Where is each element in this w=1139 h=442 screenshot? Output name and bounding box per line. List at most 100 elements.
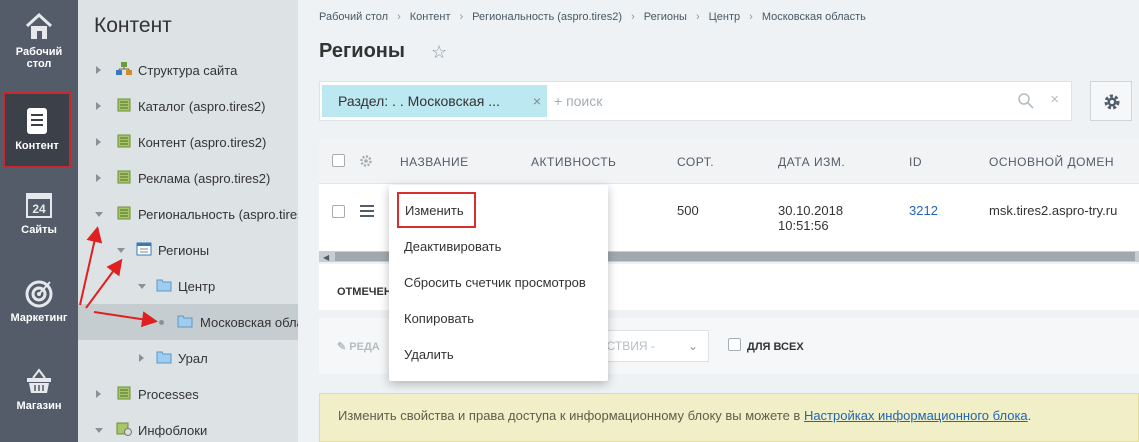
row-context-menu: Изменить Деактивировать Сбросить счетчик… [389,185,608,381]
document-icon [27,108,47,134]
grid-settings-gear-icon[interactable] [359,154,373,168]
settings-button[interactable] [1090,81,1132,121]
iblock-icon [117,206,131,220]
column-header-sort[interactable]: СОРТ. [677,155,714,169]
iblock-icon [117,134,131,148]
collapse-arrow-icon[interactable] [117,248,125,253]
breadcrumb-item[interactable]: Регионы [644,11,687,23]
tree-item-regions[interactable]: Регионы [78,232,298,268]
tree-item-label: Структура сайта [138,63,238,78]
edit-action-button[interactable]: ✎ РЕДА [337,340,380,353]
menu-item-delete[interactable]: Удалить [404,347,454,362]
expand-arrow-icon[interactable] [139,354,144,362]
breadcrumb-separator-icon: › [397,11,401,23]
target-icon [25,280,53,308]
tree-item-ural[interactable]: Урал [78,340,298,376]
search-input[interactable]: + поиск [554,93,602,109]
select-all-checkbox[interactable] [332,154,345,167]
rail-item-marketing[interactable]: Маркетинг [0,274,78,356]
scroll-left-icon[interactable]: ◀ [323,253,329,262]
structure-icon [116,62,132,75]
tree-item-label: Реклама (aspro.tires2) [138,171,271,186]
collapse-arrow-icon[interactable] [95,428,103,433]
filter-search-bar[interactable]: Раздел: . . Московская ... × + поиск × [319,81,1072,121]
breadcrumb-item[interactable]: Контент [410,11,451,23]
rail-label: Рабочий [15,46,63,58]
list-icon [136,242,152,256]
star-icon[interactable]: ☆ [431,42,447,63]
column-header-id[interactable]: ID [909,155,922,169]
column-header-date[interactable]: ДАТА ИЗМ. [778,155,845,169]
cell-sort: 500 [677,203,699,218]
cell-date: 30.10.2018 10:51:56 [778,203,843,233]
breadcrumb-separator-icon: › [631,11,635,23]
page-title: Регионы [319,40,405,62]
cell-id-link[interactable]: 3212 [909,203,938,218]
cell-time-line: 10:51:56 [778,218,829,233]
tree-item-processes[interactable]: Processes [78,376,298,412]
rail-item-shop[interactable]: Магазин [0,358,78,440]
cell-domain: msk.tires2.aspro-try.ru [989,203,1118,218]
breadcrumb: Рабочий стол › Контент › Региональность (asp… [319,11,866,23]
expand-arrow-icon[interactable] [96,174,101,182]
iblock-icon [117,170,131,184]
chevron-down-icon: ⌄ [687,339,698,353]
tree-item-catalog[interactable]: Каталог (aspro.tires2) [78,88,298,124]
rail-label: Контент [15,140,59,152]
notice-end: . [1027,408,1032,423]
column-header-active[interactable]: АКТИВНОСТЬ [531,155,616,169]
menu-item-copy[interactable]: Копировать [404,311,474,326]
tree-item-site-structure[interactable]: Структура сайта [78,52,298,88]
column-header-domain[interactable]: ОСНОВНОЙ ДОМЕН [989,155,1114,169]
expand-arrow-icon[interactable] [96,390,101,398]
tree-item-moscow-region[interactable]: Московская область [78,304,298,340]
tree-item-content[interactable]: Контент (aspro.tires2) [78,124,298,160]
rail-item-content[interactable]: Контент [3,92,71,168]
tree-item-label: Регионы [158,243,210,258]
breadcrumb-item[interactable]: Рабочий стол [319,11,388,23]
rail-item-sites[interactable]: 24 Сайты [0,182,78,264]
expand-arrow-icon[interactable] [96,66,101,74]
clear-icon[interactable]: × [1050,91,1059,108]
rail-label: Сайты [21,224,57,236]
menu-item-deactivate[interactable]: Деактивировать [404,239,501,254]
menu-item-reset-views[interactable]: Сбросить счетчик просмотров [404,275,586,290]
tree-title: Контент [94,14,172,37]
home-icon [25,12,53,39]
iblock-icon [117,386,131,400]
breadcrumb-item[interactable]: Региональность (aspro.tires2) [472,11,622,23]
rail-label: Маркетинг [10,312,68,324]
chip-close-icon[interactable]: × [533,85,541,117]
breadcrumb-item[interactable]: Центр [709,11,741,23]
rail-item-desktop[interactable]: Рабочий стол [0,0,78,82]
collapse-arrow-icon[interactable] [95,212,103,217]
expand-arrow-icon[interactable] [96,138,101,146]
row-menu-icon[interactable] [360,205,374,220]
tree-item-infoblocks[interactable]: Инфоблоки [78,412,298,442]
iblock-icon [117,98,131,112]
column-header-name[interactable]: НАЗВАНИЕ [400,155,469,169]
tree-item-center[interactable]: Центр [78,268,298,304]
cell-date-line: 30.10.2018 [778,203,844,218]
info-notice: Изменить свойства и права доступа к инфо… [319,393,1139,442]
tree-item-label: Центр [178,279,216,294]
expand-arrow-icon[interactable] [96,102,101,110]
tree-item-label: Региональность (aspro.tires2) [138,207,298,222]
row-checkbox[interactable] [332,205,345,218]
search-icon[interactable] [1017,92,1035,110]
breadcrumb-separator-icon: › [695,11,700,23]
edit-action-label: РЕДА [349,341,380,353]
basket-icon [27,368,51,393]
iblocks-settings-icon [116,422,132,436]
filter-chip[interactable]: Раздел: . . Московская ... × [322,85,547,117]
collapse-arrow-icon[interactable] [138,284,146,289]
breadcrumb-item[interactable]: Московская область [762,11,866,23]
iblock-settings-link[interactable]: Настройках информационного блока [804,408,1028,423]
menu-item-edit[interactable]: Изменить [397,192,476,228]
gear-icon [1104,94,1120,110]
for-all-checkbox[interactable] [728,338,741,351]
folder-icon [156,351,172,364]
notice-text: Изменить свойства и права доступа к инфо… [338,408,804,423]
tree-item-ads[interactable]: Реклама (aspro.tires2) [78,160,298,196]
tree-item-regionality[interactable]: Региональность (aspro.tires2) [78,196,298,232]
